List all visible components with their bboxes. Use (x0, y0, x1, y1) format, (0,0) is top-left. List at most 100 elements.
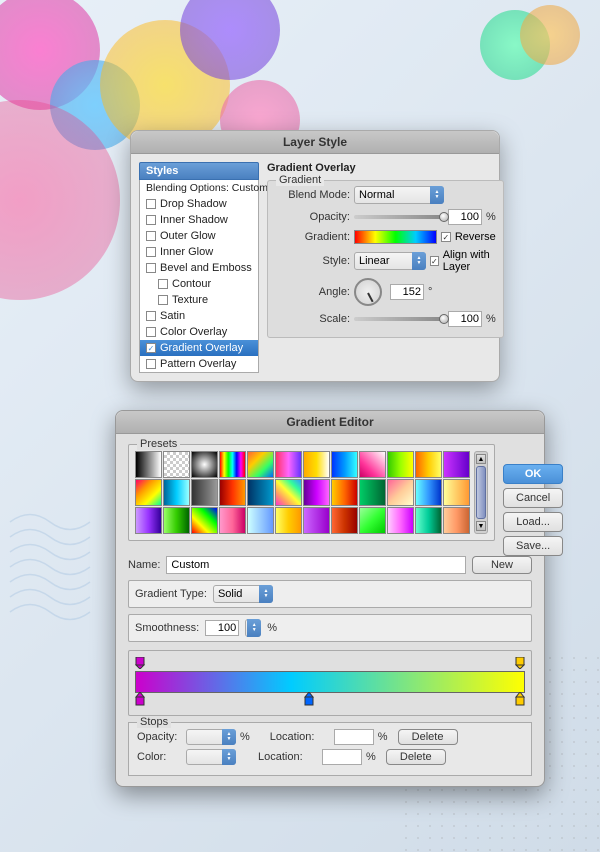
preset-swatch-12[interactable] (443, 451, 470, 478)
preset-swatch-11[interactable] (415, 451, 442, 478)
angle-dial[interactable] (354, 278, 382, 306)
preset-swatch-7[interactable] (303, 451, 330, 478)
smoothness-input[interactable] (205, 620, 239, 636)
sidebar-item-gradient-overlay[interactable]: Gradient Overlay (140, 340, 258, 356)
scroll-thumb[interactable] (476, 466, 486, 519)
color-stop-left[interactable] (134, 692, 146, 709)
preset-swatch-36[interactable] (443, 507, 470, 534)
new-button[interactable]: New (472, 556, 532, 574)
sidebar-item-blending[interactable]: Blending Options: Custom (140, 180, 258, 196)
blend-mode-label: Blend Mode: (275, 189, 350, 201)
preset-swatch-15[interactable] (191, 479, 218, 506)
contour-checkbox[interactable] (158, 279, 168, 289)
sidebar-item-bevel-emboss[interactable]: Bevel and Emboss (140, 260, 258, 276)
sidebar-item-outer-glow[interactable]: Outer Glow (140, 228, 258, 244)
presets-scrollbar[interactable]: ▲ ▼ (474, 451, 488, 534)
preset-swatch-28[interactable] (219, 507, 246, 534)
gradient-type-select[interactable]: Solid (213, 585, 273, 603)
scroll-down-arrow[interactable]: ▼ (476, 521, 486, 531)
scroll-up-arrow[interactable]: ▲ (476, 454, 486, 464)
sidebar-item-satin[interactable]: Satin (140, 308, 258, 324)
inner-glow-checkbox[interactable] (146, 247, 156, 257)
opacity-slider-track[interactable] (354, 215, 444, 219)
texture-checkbox[interactable] (158, 295, 168, 305)
preset-swatch-9[interactable] (359, 451, 386, 478)
preset-swatch-24[interactable] (443, 479, 470, 506)
name-input[interactable] (166, 556, 466, 574)
sidebar-item-inner-shadow[interactable]: Inner Shadow (140, 212, 258, 228)
color-location-input[interactable] (322, 749, 362, 765)
opacity-stop-right[interactable] (515, 657, 525, 672)
opacity-slider-thumb[interactable] (439, 212, 449, 222)
preset-swatch-6[interactable] (275, 451, 302, 478)
color-stop-middle[interactable] (303, 692, 315, 709)
opacity-stop-value-select[interactable] (186, 729, 236, 745)
preset-swatch-31[interactable] (303, 507, 330, 534)
presets-grid-wrapper: ▲ ▼ (135, 451, 488, 534)
cancel-button[interactable]: Cancel (503, 488, 563, 508)
preset-swatch-17[interactable] (247, 479, 274, 506)
preset-swatch-14[interactable] (163, 479, 190, 506)
outer-glow-checkbox[interactable] (146, 231, 156, 241)
preset-swatch-33[interactable] (359, 507, 386, 534)
opacity-delete-button[interactable]: Delete (398, 729, 458, 745)
preset-swatch-22[interactable] (387, 479, 414, 506)
preset-swatch-4[interactable] (219, 451, 246, 478)
scale-slider-track[interactable] (354, 317, 444, 321)
angle-input[interactable] (390, 284, 424, 300)
preset-swatch-18[interactable] (275, 479, 302, 506)
color-stop-value-select[interactable] (186, 749, 236, 765)
ok-button[interactable]: OK (503, 464, 563, 484)
preset-swatch-23[interactable] (415, 479, 442, 506)
inner-shadow-checkbox[interactable] (146, 215, 156, 225)
save-button[interactable]: Save... (503, 536, 563, 556)
opacity-input[interactable] (448, 209, 482, 225)
sidebar-item-color-overlay[interactable]: Color Overlay (140, 324, 258, 340)
preset-swatch-21[interactable] (359, 479, 386, 506)
preset-swatch-5[interactable] (247, 451, 274, 478)
sidebar-item-texture[interactable]: Texture (140, 292, 258, 308)
gradient-overlay-checkbox[interactable] (146, 343, 156, 353)
opacity-location-input[interactable] (334, 729, 374, 745)
sidebar-item-contour[interactable]: Contour (140, 276, 258, 292)
scale-slider-thumb[interactable] (439, 314, 449, 324)
preset-swatch-16[interactable] (219, 479, 246, 506)
scale-percent: % (486, 313, 496, 325)
preset-swatch-34[interactable] (387, 507, 414, 534)
gradient-preview[interactable] (354, 230, 437, 244)
pattern-overlay-checkbox[interactable] (146, 359, 156, 369)
preset-swatch-19[interactable] (303, 479, 330, 506)
drop-shadow-checkbox[interactable] (146, 199, 156, 209)
preset-swatch-10[interactable] (387, 451, 414, 478)
style-select[interactable]: Linear (354, 252, 426, 270)
preset-swatch-25[interactable] (135, 507, 162, 534)
align-layer-checkbox[interactable] (430, 256, 439, 266)
load-button[interactable]: Load... (503, 512, 563, 532)
sidebar-item-inner-glow[interactable]: Inner Glow (140, 244, 258, 260)
reverse-checkbox[interactable] (441, 232, 451, 242)
preset-swatch-1[interactable] (135, 451, 162, 478)
blend-mode-select[interactable]: Normal (354, 186, 444, 204)
color-delete-button[interactable]: Delete (386, 749, 446, 765)
sidebar-item-pattern-overlay[interactable]: Pattern Overlay (140, 356, 258, 372)
opacity-stop-left[interactable] (135, 657, 145, 672)
preset-swatch-27[interactable] (191, 507, 218, 534)
sidebar-item-drop-shadow[interactable]: Drop Shadow (140, 196, 258, 212)
preset-swatch-2[interactable] (163, 451, 190, 478)
preset-swatch-8[interactable] (331, 451, 358, 478)
color-overlay-checkbox[interactable] (146, 327, 156, 337)
preset-swatch-32[interactable] (331, 507, 358, 534)
preset-swatch-35[interactable] (415, 507, 442, 534)
preset-swatch-13[interactable] (135, 479, 162, 506)
preset-swatch-29[interactable] (247, 507, 274, 534)
preset-swatch-30[interactable] (275, 507, 302, 534)
gradient-bar[interactable] (135, 671, 525, 693)
satin-checkbox[interactable] (146, 311, 156, 321)
preset-swatch-3[interactable] (191, 451, 218, 478)
preset-swatch-26[interactable] (163, 507, 190, 534)
color-stop-right[interactable] (514, 692, 526, 709)
bevel-emboss-checkbox[interactable] (146, 263, 156, 273)
smoothness-select[interactable] (245, 619, 261, 637)
preset-swatch-20[interactable] (331, 479, 358, 506)
scale-input[interactable] (448, 311, 482, 327)
